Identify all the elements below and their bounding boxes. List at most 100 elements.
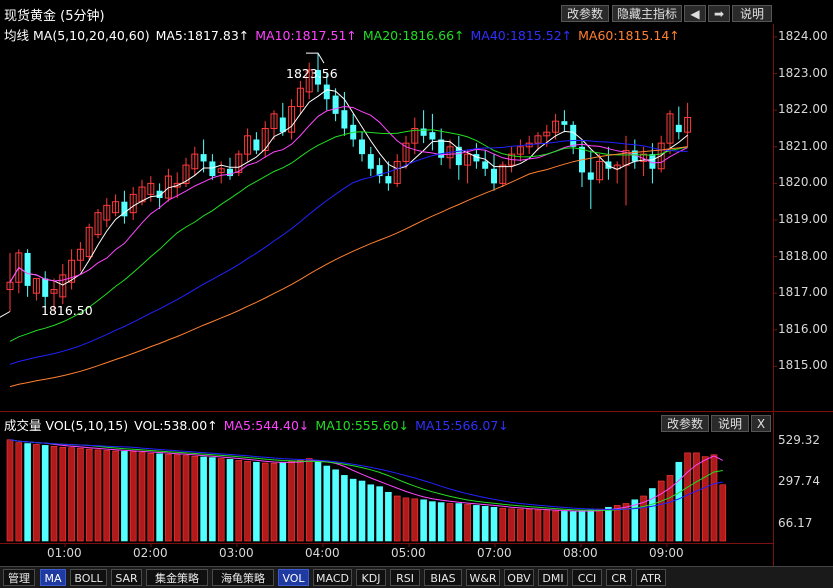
volume-bar xyxy=(244,461,251,542)
candle-body xyxy=(341,110,348,129)
volume-close-button[interactable]: X xyxy=(751,415,771,432)
volume-bar xyxy=(411,498,419,542)
low-marker xyxy=(0,311,11,318)
volume-bar xyxy=(657,480,665,542)
ma40-line xyxy=(9,139,688,365)
volume-bar xyxy=(525,509,533,542)
volume-bar xyxy=(358,480,366,542)
candle-body xyxy=(367,154,374,169)
vol-value: VOL:538.00↑ xyxy=(134,418,218,433)
price-axis-label: 1823.00 xyxy=(778,65,828,80)
volume-bar xyxy=(200,456,207,542)
volume-bar xyxy=(156,453,163,542)
tab-dmi[interactable]: DMI xyxy=(538,569,568,586)
price-axis-label: 1817.00 xyxy=(778,285,828,300)
volume-bar xyxy=(121,451,128,542)
volume-bar xyxy=(112,450,119,542)
ma60-line xyxy=(9,146,688,388)
time-label: 09:00 xyxy=(649,546,684,560)
tab-kdj[interactable]: KDJ xyxy=(356,569,386,586)
tab-vol[interactable]: VOL xyxy=(278,569,309,586)
volume-legend: 成交量 VOL(5,10,15) VOL:538.00↑ MA5:544.40↓ MA1… xyxy=(4,415,515,434)
price-axis-label: 1815.00 xyxy=(778,358,828,373)
candle-body xyxy=(385,176,392,184)
tab-cr[interactable]: CR xyxy=(606,569,632,586)
volume-bar xyxy=(6,439,14,542)
volume-bar xyxy=(33,444,40,542)
volume-bar xyxy=(569,511,577,542)
candle-body xyxy=(253,139,260,151)
price-volume-chart[interactable] xyxy=(0,0,833,587)
volume-bar xyxy=(605,506,612,542)
volume-bar xyxy=(543,510,551,542)
candle-body xyxy=(491,168,497,184)
volume-bar xyxy=(666,475,674,542)
volume-change-params-button[interactable]: 改参数 xyxy=(661,415,709,432)
volume-bar xyxy=(534,509,542,542)
high-price-annotation: 1823.56 xyxy=(286,66,338,81)
tab-wr[interactable]: W&R xyxy=(466,569,500,586)
volume-bar xyxy=(464,504,471,542)
volume-bar xyxy=(481,506,489,542)
candle-body xyxy=(332,95,339,114)
candle-body xyxy=(359,139,365,155)
volume-bar xyxy=(613,505,621,542)
tab-sar[interactable]: SAR xyxy=(111,569,142,586)
time-label: 05:00 xyxy=(391,546,426,560)
volume-bar xyxy=(191,455,199,542)
vol-ma10-value: MA10:555.60↓ xyxy=(315,418,410,433)
volume-bar xyxy=(173,454,181,542)
volume-bar xyxy=(675,461,683,542)
tab-turtle-strategy[interactable]: 海龟策略 xyxy=(212,569,274,586)
candle-body xyxy=(675,124,682,133)
tab-boll[interactable]: BOLL xyxy=(70,569,107,586)
volume-bar xyxy=(15,442,23,542)
indicator-tab-bar: 管理 MA BOLL SAR 集金策略 海龟策略 VOL MACD KDJ RS… xyxy=(0,566,833,588)
volume-bar xyxy=(341,475,348,542)
tab-rsi[interactable]: RSI xyxy=(390,569,420,586)
volume-bar xyxy=(473,505,480,542)
candle-body xyxy=(570,124,577,147)
volume-bar xyxy=(684,452,691,542)
price-axis-label: 1818.00 xyxy=(778,248,828,263)
candle-body xyxy=(587,172,594,180)
volume-bar xyxy=(305,458,313,542)
tab-bias[interactable]: BIAS xyxy=(424,569,462,586)
tab-cci[interactable]: CCI xyxy=(572,569,602,586)
volume-bar xyxy=(165,454,172,542)
candle-body xyxy=(429,132,436,140)
time-label: 04:00 xyxy=(305,546,340,560)
volume-bar xyxy=(455,503,463,542)
volume-bar xyxy=(85,448,93,542)
volume-bar xyxy=(253,461,260,542)
tab-atr[interactable]: ATR xyxy=(636,569,666,586)
volume-bar xyxy=(297,460,304,542)
volume-help-button[interactable]: 说明 xyxy=(711,415,749,432)
volume-bar xyxy=(701,456,709,542)
vol-ma5-value: MA5:544.40↓ xyxy=(223,418,310,433)
volume-bar xyxy=(367,484,375,542)
volume-bar xyxy=(402,497,410,542)
volume-bar xyxy=(499,507,507,542)
volume-bar xyxy=(437,502,445,542)
time-label: 07:00 xyxy=(477,546,512,560)
volume-bar xyxy=(68,447,75,542)
time-label: 02:00 xyxy=(133,546,168,560)
time-label: 01:00 xyxy=(47,546,82,560)
volume-bar xyxy=(490,506,498,542)
volume-bar xyxy=(508,508,515,542)
candle-body xyxy=(561,121,568,125)
volume-bar xyxy=(103,450,111,542)
tab-manage[interactable]: 管理 xyxy=(3,569,35,586)
volume-bar xyxy=(710,454,718,542)
tab-macd[interactable]: MACD xyxy=(313,569,352,586)
volume-bar xyxy=(50,446,58,542)
candle-body xyxy=(200,154,207,162)
tab-obv[interactable]: OBV xyxy=(504,569,534,586)
vol-ma15-value: MA15:566.07↓ xyxy=(415,418,509,433)
volume-bar xyxy=(385,491,392,542)
candle-body xyxy=(209,161,216,177)
tab-ma[interactable]: MA xyxy=(40,569,66,586)
candle-body xyxy=(323,84,330,100)
tab-gold-strategy[interactable]: 集金策略 xyxy=(146,569,208,586)
